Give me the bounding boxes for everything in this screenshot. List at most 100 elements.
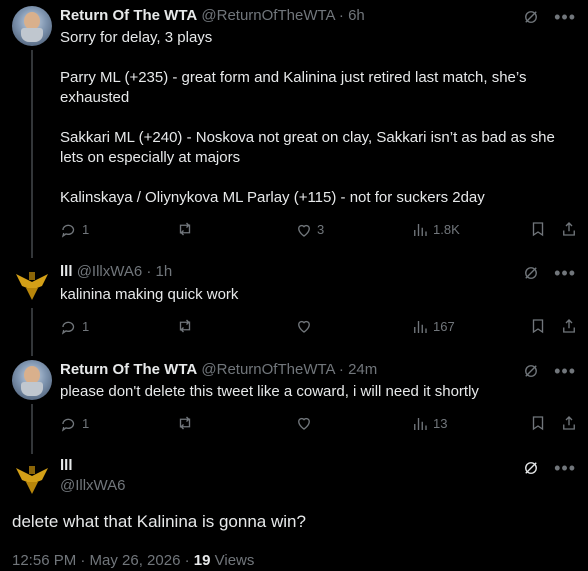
tweet-line: Kalinskaya / Oliynykova ML Parlay (+115)…: [60, 189, 485, 206]
views-button[interactable]: 1.8K: [411, 220, 460, 240]
more-icon[interactable]: •••: [554, 264, 576, 282]
action-bar: 1 167: [60, 317, 580, 337]
separator: ·: [338, 7, 344, 24]
tweet-1[interactable]: Return Of The WTA @ReturnOfTheWTA · 6h •…: [0, 0, 588, 258]
thread-line: [31, 50, 33, 258]
separator: ·: [338, 361, 344, 378]
views-count: 19: [193, 552, 211, 569]
views-button[interactable]: 13: [411, 414, 447, 434]
share-icon: [563, 222, 575, 236]
more-icon[interactable]: •••: [554, 459, 576, 477]
bookmark-button[interactable]: [529, 220, 547, 238]
tweet-line: Sorry for delay, 3 plays: [60, 29, 213, 46]
repost-button[interactable]: [176, 414, 194, 432]
username[interactable]: @IllxWA6: [60, 476, 126, 496]
username[interactable]: @ReturnOfTheWTA: [201, 361, 334, 378]
share-button[interactable]: [560, 317, 578, 335]
tweet-top-actions: •••: [522, 362, 576, 380]
username[interactable]: @IllxWA6: [77, 263, 143, 280]
tweet-3[interactable]: Return Of The WTA @ReturnOfTheWTA · 24m …: [0, 356, 588, 454]
tweet-text: kalinina making quick work: [60, 285, 560, 305]
grok-icon[interactable]: [522, 459, 540, 477]
timestamp[interactable]: 1h: [156, 263, 173, 280]
views-label: Views: [214, 552, 255, 569]
tweet-line: [60, 168, 560, 188]
thread-line: [31, 308, 33, 356]
bookmark-button[interactable]: [529, 317, 547, 335]
reply-icon: [61, 321, 75, 335]
views-count: 1.8K: [433, 222, 460, 237]
tweet-line: lets on especially at majors: [60, 149, 241, 166]
views-icon: [414, 418, 427, 430]
reply-count: 1: [82, 416, 90, 431]
reply-count: 1: [82, 319, 90, 334]
share-button[interactable]: [560, 414, 578, 432]
display-name[interactable]: Return Of The WTA: [60, 361, 197, 378]
tweet-header: Return Of The WTA @ReturnOfTheWTA · 6h: [60, 6, 365, 26]
grok-icon[interactable]: [522, 8, 540, 26]
timestamp[interactable]: 24m: [348, 361, 377, 378]
separator: ·: [146, 263, 152, 280]
tweet-header: lll @IllxWA6: [60, 456, 126, 496]
tweet-timestamp[interactable]: 12:56 PM · May 26, 2026 ·: [12, 552, 190, 569]
tweet-text: please don't delete this tweet like a co…: [60, 382, 560, 402]
tweet-header: lll @IllxWA6 · 1h: [60, 262, 172, 282]
like-count: 3: [317, 222, 325, 237]
avatar[interactable]: [12, 6, 52, 46]
repost-icon: [179, 416, 191, 430]
display-name[interactable]: Return Of The WTA: [60, 7, 197, 24]
reply-button[interactable]: 1: [60, 220, 89, 240]
views-icon: [414, 224, 427, 236]
tweet-top-actions: •••: [522, 264, 576, 282]
repost-button[interactable]: [176, 317, 194, 335]
views-count: 167: [433, 319, 455, 334]
like-button[interactable]: [295, 317, 313, 335]
timestamp[interactable]: 6h: [348, 7, 365, 24]
bookmark-icon: [532, 319, 544, 334]
like-icon: [298, 224, 310, 237]
tweet-line: kalinina making quick work: [60, 286, 239, 303]
tweet-meta: 12:56 PM · May 26, 2026 · 19 Views: [12, 551, 254, 571]
share-icon: [563, 416, 575, 430]
tweet-line: exhausted: [60, 89, 130, 106]
like-icon: [298, 320, 310, 333]
action-bar: 1 3 1.8K: [60, 220, 580, 240]
tweet-top-actions: •••: [522, 8, 576, 26]
tweet-text: delete what that Kalinina is gonna win?: [12, 512, 306, 531]
reply-icon: [61, 418, 75, 432]
repost-button[interactable]: [176, 220, 194, 238]
tweet-header: Return Of The WTA @ReturnOfTheWTA · 24m: [60, 360, 377, 380]
tweet-line: please don't delete this tweet like a co…: [60, 383, 479, 400]
username[interactable]: @ReturnOfTheWTA: [201, 7, 334, 24]
like-button[interactable]: [295, 414, 313, 432]
tweet-line: Sakkari ML (+240) - Noskova not great on…: [60, 129, 555, 146]
grok-icon[interactable]: [522, 264, 540, 282]
like-button[interactable]: 3: [295, 220, 324, 240]
more-icon[interactable]: •••: [554, 8, 576, 26]
share-button[interactable]: [560, 220, 578, 238]
bookmark-button[interactable]: [529, 414, 547, 432]
main-tweet[interactable]: lll @IllxWA6 ••• delete what that Kalini…: [0, 450, 588, 571]
bookmark-icon: [532, 416, 544, 431]
avatar[interactable]: [12, 264, 52, 304]
views-count: 13: [433, 416, 448, 431]
action-bar: 1 13: [60, 414, 580, 434]
more-icon[interactable]: •••: [554, 362, 576, 380]
reply-icon: [61, 224, 75, 238]
bookmark-icon: [532, 222, 544, 237]
views-button[interactable]: 167: [411, 317, 455, 337]
reply-button[interactable]: 1: [60, 317, 89, 337]
grok-icon[interactable]: [522, 362, 540, 380]
reply-button[interactable]: 1: [60, 414, 89, 434]
tweet-line: [60, 108, 560, 128]
tweet-2[interactable]: lll @IllxWA6 · 1h ••• kalinina making qu…: [0, 258, 588, 356]
avatar[interactable]: [12, 360, 52, 400]
tweet-top-actions: •••: [522, 459, 576, 477]
tweet-line: Parry ML (+235) - great form and Kalinin…: [60, 69, 527, 86]
repost-icon: [179, 222, 191, 236]
thread-line: [31, 404, 33, 454]
display-name[interactable]: lll: [60, 456, 126, 476]
like-icon: [298, 417, 310, 430]
display-name[interactable]: lll: [60, 263, 73, 280]
avatar[interactable]: [12, 458, 52, 498]
